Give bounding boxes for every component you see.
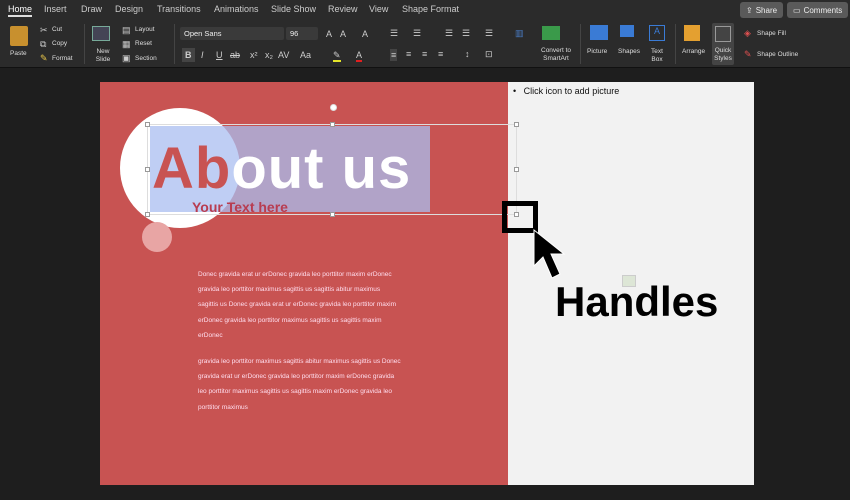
copy-button[interactable]: Copy bbox=[52, 40, 67, 48]
shape-outline-button[interactable]: Shape Outline bbox=[757, 51, 798, 59]
rotate-handle[interactable] bbox=[330, 104, 337, 111]
new-slide-icon[interactable] bbox=[92, 26, 110, 41]
paste-button[interactable]: Paste bbox=[10, 50, 27, 58]
tab-shape-format[interactable]: Shape Format bbox=[402, 4, 459, 14]
ribbon-tabs: Home Insert Draw Design Transitions Anim… bbox=[0, 0, 850, 20]
align-center-icon[interactable]: ≡ bbox=[406, 49, 411, 59]
justify-icon[interactable]: ≡ bbox=[438, 49, 443, 59]
shape-outline-icon: ✎ bbox=[744, 49, 752, 59]
picture-button[interactable]: Picture bbox=[587, 48, 607, 56]
bold-icon[interactable]: B bbox=[182, 48, 195, 62]
italic-icon[interactable]: I bbox=[201, 50, 204, 60]
small-circle-shape bbox=[142, 222, 172, 252]
tab-view[interactable]: View bbox=[369, 4, 388, 14]
shape-fill-icon: ◈ bbox=[744, 28, 751, 38]
align-left-icon[interactable]: ≡ bbox=[390, 49, 398, 61]
decrease-font-icon[interactable]: A bbox=[340, 29, 346, 39]
decrease-indent-icon[interactable]: ☰ bbox=[445, 28, 453, 38]
cursor-arrow-icon bbox=[533, 228, 566, 279]
picture-icon[interactable] bbox=[590, 25, 608, 40]
format-painter-icon: ✎ bbox=[40, 53, 48, 63]
picture-placeholder-text[interactable]: • Click icon to add picture bbox=[513, 86, 619, 96]
section-button[interactable]: Section bbox=[135, 55, 157, 63]
resize-handle[interactable] bbox=[330, 122, 335, 127]
arrange-button[interactable]: Arrange bbox=[682, 48, 705, 56]
tab-design[interactable]: Design bbox=[115, 4, 143, 14]
convert-smartart-button[interactable]: Convert to SmartArt bbox=[536, 47, 576, 63]
text-box-icon[interactable]: A bbox=[649, 25, 665, 41]
layout-button[interactable]: Layout bbox=[135, 26, 155, 34]
new-slide-button[interactable]: New Slide bbox=[92, 48, 114, 64]
slide-title[interactable]: About us bbox=[152, 134, 411, 204]
font-color-icon[interactable]: A bbox=[356, 50, 363, 62]
superscript-icon[interactable]: x² bbox=[250, 50, 258, 60]
align-right-icon[interactable]: ≡ bbox=[422, 49, 427, 59]
columns-icon[interactable]: ▥ bbox=[515, 28, 524, 38]
resize-handle[interactable] bbox=[514, 122, 519, 127]
clear-formatting-icon[interactable]: A bbox=[362, 29, 368, 39]
format-painter-button[interactable]: Format bbox=[52, 55, 73, 63]
subscript-icon[interactable]: x₂ bbox=[265, 50, 273, 60]
layout-icon: ▤ bbox=[122, 25, 131, 35]
text-direction-icon[interactable]: ↕ bbox=[465, 49, 470, 59]
font-size-select[interactable]: 96 bbox=[286, 27, 318, 40]
resize-handle[interactable] bbox=[145, 167, 150, 172]
comments-button[interactable]: ▭ Comments bbox=[787, 2, 849, 18]
strikethrough-icon[interactable]: ab bbox=[230, 50, 240, 60]
cut-icon: ✂ bbox=[40, 25, 48, 35]
character-spacing-icon[interactable]: AV bbox=[278, 50, 289, 60]
increase-indent-icon[interactable]: ☰ bbox=[462, 28, 470, 38]
title-red-part: Ab bbox=[152, 136, 232, 201]
underline-icon[interactable]: U bbox=[216, 50, 223, 60]
quick-styles-icon bbox=[715, 26, 731, 42]
picture-placeholder-label: Click icon to add picture bbox=[523, 86, 620, 96]
shapes-button[interactable]: Shapes bbox=[618, 48, 640, 56]
handles-annotation: Handles bbox=[555, 278, 719, 325]
resize-handle[interactable] bbox=[145, 122, 150, 127]
slide-subtitle[interactable]: Your Text here bbox=[192, 199, 288, 215]
share-icon: ⇪ bbox=[746, 5, 753, 15]
comment-icon: ▭ bbox=[793, 5, 801, 15]
shape-fill-button[interactable]: Shape Fill bbox=[757, 30, 786, 38]
tab-animations[interactable]: Animations bbox=[214, 4, 259, 14]
body-paragraph-1[interactable]: Donec gravida erat ur erDonec gravida le… bbox=[198, 267, 398, 343]
slide-canvas[interactable]: About us Your Text here Donec gravida er… bbox=[100, 82, 754, 485]
arrange-icon[interactable] bbox=[684, 25, 700, 41]
tab-home[interactable]: Home bbox=[8, 4, 33, 17]
resize-handle[interactable] bbox=[330, 212, 335, 217]
align-text-icon[interactable]: ⊡ bbox=[485, 49, 493, 59]
shapes-icon[interactable] bbox=[620, 25, 634, 37]
change-case-icon[interactable]: Aa bbox=[300, 50, 311, 60]
reset-button[interactable]: Reset bbox=[135, 40, 152, 48]
quick-styles-button[interactable]: Quick Styles bbox=[712, 23, 734, 65]
increase-font-icon[interactable]: A bbox=[326, 29, 332, 39]
copy-icon: ⧉ bbox=[40, 39, 47, 49]
line-spacing-icon[interactable]: ☰ bbox=[485, 28, 493, 38]
numbering-icon[interactable]: ☰ bbox=[413, 28, 421, 38]
tab-insert[interactable]: Insert bbox=[44, 4, 67, 14]
reset-icon: ▦ bbox=[122, 39, 131, 49]
ribbon-toolbar: Paste ✂ Cut ⧉ Copy ✎ Format New Slide ▤ … bbox=[0, 20, 850, 68]
share-button[interactable]: ⇪ Share bbox=[740, 2, 784, 18]
tab-slide-show[interactable]: Slide Show bbox=[271, 4, 316, 14]
title-white-part: out us bbox=[231, 136, 412, 201]
highlight-icon[interactable]: ✎ bbox=[333, 50, 341, 62]
resize-handle[interactable] bbox=[145, 212, 150, 217]
font-name-select[interactable]: Open Sans bbox=[180, 27, 284, 40]
tab-draw[interactable]: Draw bbox=[81, 4, 102, 14]
tab-transitions[interactable]: Transitions bbox=[157, 4, 201, 14]
tab-review[interactable]: Review bbox=[328, 4, 358, 14]
cut-button[interactable]: Cut bbox=[52, 26, 62, 34]
text-box-button[interactable]: Text Box bbox=[648, 48, 666, 64]
resize-handle[interactable] bbox=[514, 167, 519, 172]
bullets-icon[interactable]: ☰ bbox=[390, 28, 398, 38]
section-icon: ▣ bbox=[122, 53, 131, 63]
paste-icon[interactable] bbox=[10, 26, 28, 46]
smartart-icon[interactable] bbox=[542, 26, 560, 40]
body-paragraph-2[interactable]: gravida leo porttitor maximus sagittis a… bbox=[198, 354, 403, 415]
